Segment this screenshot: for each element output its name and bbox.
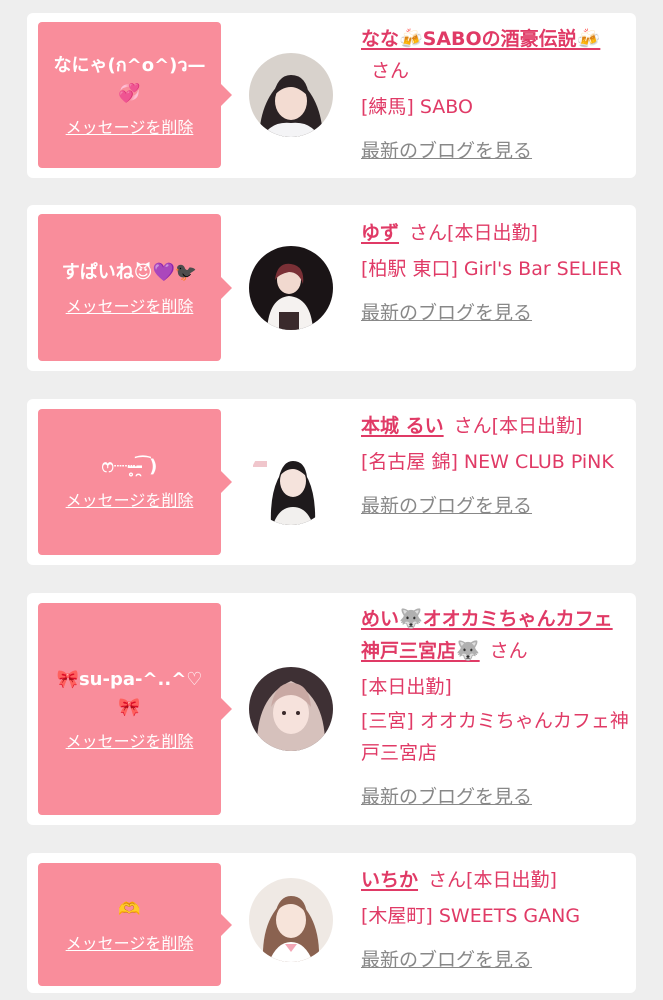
- cast-name-link[interactable]: なな🍻SABOの酒豪伝説🍻: [361, 28, 600, 50]
- honorific: さん: [453, 415, 492, 437]
- message-list: なにゃ(ก^o^)ว—💞 メッセージを削除 なな🍻SABOの酒豪伝説🍻 さん [練…: [0, 0, 663, 1000]
- cast-name-link[interactable]: いちか: [361, 869, 418, 891]
- attendance-status: [本日出勤]: [466, 869, 557, 891]
- latest-blog-link[interactable]: 最新のブログを見る: [361, 781, 629, 813]
- message-card: 🫶 メッセージを削除 いちか さん[本日出勤] [木屋町] SWEETS GANG…: [27, 853, 636, 993]
- message-bubble: 🫶 メッセージを削除: [38, 863, 232, 986]
- honorific: さん: [489, 640, 528, 662]
- shop-label: [三宮] オオカミちゃんカフェ神戸三宮店: [361, 710, 629, 764]
- message-text: なにゃ(ก^o^)ว—💞: [53, 55, 206, 104]
- honorific: さん: [409, 222, 448, 244]
- cast-name-link[interactable]: 本城 るい: [361, 415, 444, 437]
- cast-name-link[interactable]: ゆず: [361, 222, 399, 244]
- shop-label: [名古屋 錦] NEW CLUB PiNK: [361, 451, 614, 473]
- message-bubble: ෆ┈┈̥-̶̯͡ ) メッセージを削除: [38, 409, 232, 555]
- cast-name-link[interactable]: めい🐺オオカミちゃんカフェ神戸三宮店🐺: [361, 608, 613, 662]
- message-card: なにゃ(ก^o^)ว—💞 メッセージを削除 なな🍻SABOの酒豪伝説🍻 さん [練…: [27, 13, 636, 178]
- shop-label: [柏駅 東口] Girl's Bar SELIER: [361, 258, 623, 280]
- shop-label: [練馬] SABO: [361, 96, 473, 118]
- delete-message-link[interactable]: メッセージを削除: [66, 487, 194, 511]
- delete-message-link[interactable]: メッセージを削除: [66, 930, 194, 954]
- message-bubble: すぱいね😈💜🐦‍⬛ メッセージを削除: [38, 214, 232, 361]
- cast-info: いちか さん[本日出勤] [木屋町] SWEETS GANG 最新のブログを見る: [361, 864, 629, 976]
- message-bubble: なにゃ(ก^o^)ว—💞 メッセージを削除: [38, 22, 232, 168]
- latest-blog-link[interactable]: 最新のブログを見る: [361, 490, 629, 522]
- cast-info: 本城 るい さん[本日出勤] [名古屋 錦] NEW CLUB PiNK 最新のブ…: [361, 410, 629, 522]
- delete-message-link[interactable]: メッセージを削除: [66, 114, 194, 138]
- latest-blog-link[interactable]: 最新のブログを見る: [361, 135, 629, 167]
- avatar[interactable]: [249, 246, 333, 330]
- avatar[interactable]: [249, 667, 333, 751]
- honorific: さん: [371, 60, 410, 82]
- message-card: ෆ┈┈̥-̶̯͡ ) メッセージを削除 本城 るい さん[本日出勤] [名古屋 錦…: [27, 399, 636, 565]
- cast-info: なな🍻SABOの酒豪伝説🍻 さん [練馬] SABO 最新のブログを見る: [361, 23, 629, 167]
- attendance-status: [本日出勤]: [447, 222, 538, 244]
- avatar[interactable]: [249, 441, 333, 525]
- avatar[interactable]: [249, 53, 333, 137]
- shop-label: [木屋町] SWEETS GANG: [361, 905, 581, 927]
- cast-info: めい🐺オオカミちゃんカフェ神戸三宮店🐺 さん [本日出勤] [三宮] オオカミちゃ…: [361, 603, 629, 813]
- latest-blog-link[interactable]: 最新のブログを見る: [361, 297, 629, 329]
- delete-message-link[interactable]: メッセージを削除: [66, 728, 194, 752]
- attendance-status: [本日出勤]: [361, 676, 452, 698]
- honorific: さん: [428, 869, 467, 891]
- message-text: 🎀su-pa-^..^♡🎀: [56, 669, 203, 718]
- message-text: すぱいね😈💜🐦‍⬛: [61, 261, 198, 283]
- latest-blog-link[interactable]: 最新のブログを見る: [361, 944, 629, 976]
- message-text: 🫶: [118, 898, 141, 920]
- delete-message-link[interactable]: メッセージを削除: [66, 293, 194, 317]
- message-card: 🎀su-pa-^..^♡🎀 メッセージを削除 めい🐺オオカミちゃんカフェ神戸三宮…: [27, 593, 636, 825]
- message-card: すぱいね😈💜🐦‍⬛ メッセージを削除 ゆず さん[本日出勤] [柏駅 東口] Gi…: [27, 205, 636, 371]
- message-text: ෆ┈┈̥-̶̯͡ ): [101, 456, 158, 477]
- cast-info: ゆず さん[本日出勤] [柏駅 東口] Girl's Bar SELIER 最新の…: [361, 217, 629, 329]
- attendance-status: [本日出勤]: [491, 415, 583, 437]
- message-bubble: 🎀su-pa-^..^♡🎀 メッセージを削除: [38, 603, 232, 815]
- avatar[interactable]: [249, 878, 333, 962]
